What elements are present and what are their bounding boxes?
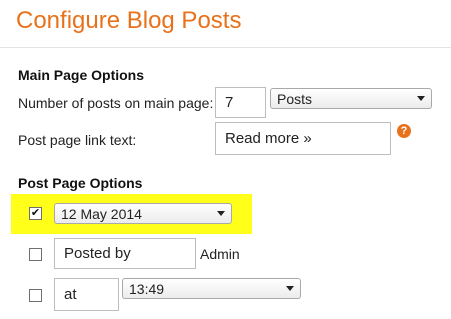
posts-unit-select-value: Posts <box>277 90 313 107</box>
time-prefix-input[interactable]: at <box>54 278 119 311</box>
show-time-checkbox[interactable] <box>29 289 42 302</box>
configure-blog-posts-page: Configure Blog Posts Main Page Options N… <box>0 0 451 319</box>
posts-count-input[interactable]: 7 <box>215 87 266 118</box>
author-prefix-input[interactable]: Posted by <box>54 238 196 269</box>
time-format-select-value: 13:49 <box>129 280 165 297</box>
show-author-checkbox[interactable] <box>29 248 42 261</box>
date-format-select-value: 12 May 2014 <box>61 205 142 222</box>
show-date-checkbox[interactable]: ✔ <box>29 207 42 220</box>
author-name: Admin <box>200 246 240 262</box>
chevron-down-icon <box>217 211 225 216</box>
chevron-down-icon <box>286 286 294 291</box>
main-page-options-heading: Main Page Options <box>18 67 145 83</box>
page-title: Configure Blog Posts <box>16 7 242 34</box>
post-page-options-heading: Post Page Options <box>18 175 143 191</box>
posts-count-label: Number of posts on main page: <box>18 95 214 111</box>
date-format-select[interactable]: 12 May 2014 <box>54 203 232 224</box>
help-icon[interactable]: ? <box>397 124 411 138</box>
link-text-input[interactable]: Read more » <box>215 122 391 155</box>
time-format-select[interactable]: 13:49 <box>122 278 301 299</box>
chevron-down-icon <box>417 96 425 101</box>
link-text-label: Post page link text: <box>18 132 137 148</box>
posts-unit-select[interactable]: Posts <box>270 88 432 109</box>
title-divider <box>0 47 451 48</box>
